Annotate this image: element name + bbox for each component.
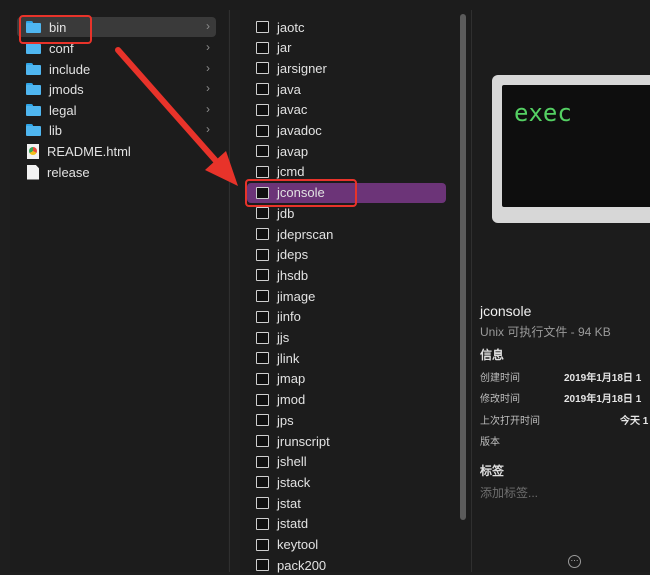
annotation-arrow [115,47,238,186]
